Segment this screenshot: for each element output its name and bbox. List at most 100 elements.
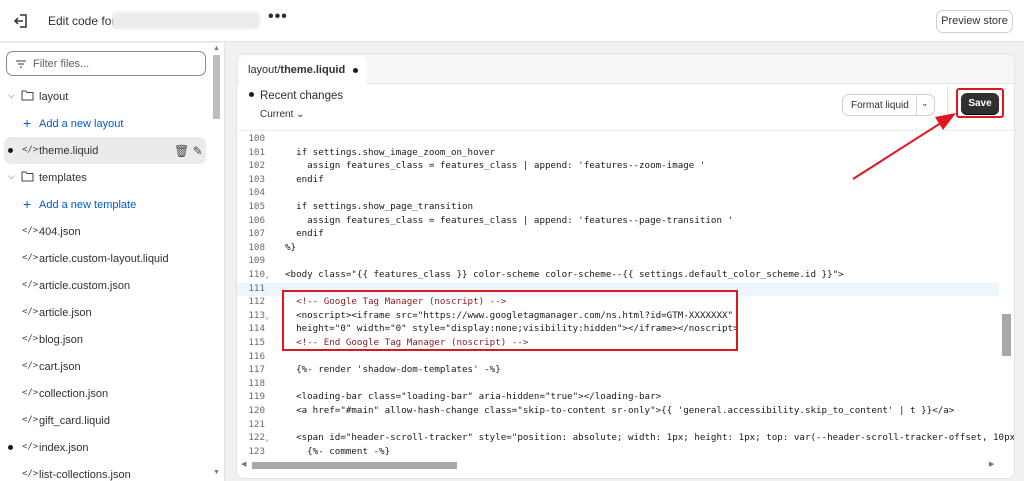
fold-chevron-icon[interactable]: ⌄ — [265, 313, 269, 321]
file-item[interactable]: </> article.json — [0, 299, 210, 326]
code-line[interactable]: 119 <loading-bar class="loading-bar" ari… — [237, 391, 999, 405]
chevron-down-icon: ⌄ — [296, 109, 305, 120]
version-label: Current — [260, 109, 294, 120]
folder-icon — [21, 90, 34, 101]
code-line[interactable]: 104 — [237, 187, 999, 201]
exit-icon[interactable] — [12, 11, 32, 31]
file-item[interactable]: </> article.custom.json — [0, 272, 210, 299]
line-number: 122 — [248, 432, 265, 444]
add-layout-link[interactable]: + Add a new layout — [0, 110, 210, 137]
divider — [916, 95, 917, 115]
code-line[interactable]: 107 endif — [237, 228, 999, 242]
code-line[interactable]: 117 {%- render 'shadow-dom-templates' -%… — [237, 364, 999, 378]
code-line[interactable]: 105 if settings.show_page_transition — [237, 201, 999, 215]
scrollbar-thumb[interactable] — [1002, 314, 1011, 356]
code-line[interactable]: 101 if settings.show_image_zoom_on_hover — [237, 147, 999, 161]
code-line[interactable]: 103 endif — [237, 174, 999, 188]
folder-templates[interactable]: ⌵ templates — [0, 164, 210, 191]
code-line[interactable]: 106 assign features_class = features_cla… — [237, 215, 999, 229]
code-file-icon: </> — [22, 442, 39, 452]
scroll-right-icon[interactable]: ▶ — [989, 460, 994, 468]
code-line[interactable]: 118 — [237, 378, 999, 392]
file-item[interactable]: </> blog.json — [0, 326, 210, 353]
sidebar-scrollbar[interactable]: ▲ ▼ — [212, 45, 221, 481]
pencil-icon[interactable]: ✎ — [193, 144, 203, 158]
file-label: collection.json — [39, 388, 109, 400]
trash-icon[interactable]: 🗑 — [174, 144, 189, 158]
chevron-down-icon: ⌵ — [8, 90, 15, 100]
file-theme-liquid[interactable]: </> theme.liquid 🗑 ✎ — [4, 137, 206, 164]
add-label: Add a new layout — [39, 118, 124, 130]
file-item[interactable]: </> collection.json — [0, 380, 210, 407]
code-text: {%- render 'shadow-dom-templates' -%} — [285, 364, 501, 376]
tab-theme-liquid[interactable]: layout/theme.liquid — [239, 56, 367, 84]
code-file-icon: </> — [22, 469, 39, 479]
file-item[interactable]: </> gift_card.liquid — [0, 407, 210, 434]
code-file-icon: </> — [22, 415, 39, 425]
code-line[interactable]: 108%} — [237, 242, 999, 256]
line-number: 111 — [248, 282, 265, 294]
modified-dot — [8, 445, 13, 450]
status-dot — [249, 92, 254, 97]
line-number: 109 — [248, 255, 265, 267]
vertical-scrollbar[interactable] — [1000, 130, 1014, 458]
scrollbar-thumb[interactable] — [213, 55, 220, 119]
code-line[interactable]: 120 <a href="#main" allow-hash-change cl… — [237, 405, 999, 419]
code-line[interactable]: 116 — [237, 351, 999, 365]
folder-label: layout — [39, 91, 69, 103]
code-file-icon: </> — [22, 334, 39, 344]
file-item[interactable]: </> article.custom-layout.liquid — [0, 245, 210, 272]
line-number: 105 — [248, 201, 265, 212]
code-line[interactable]: 110 ⌄ <body class="{{ features_class }} co… — [237, 269, 999, 283]
horizontal-scrollbar[interactable]: ◀ ▶ — [237, 458, 1014, 472]
file-label: theme.liquid — [39, 145, 99, 157]
format-liquid-button[interactable]: Format liquid ⌄ — [842, 94, 935, 116]
file-item[interactable]: </> cart.json — [0, 353, 210, 380]
code-line[interactable]: 121 — [237, 419, 999, 433]
scroll-up-icon[interactable]: ▲ — [212, 45, 221, 52]
file-item[interactable]: </> 404.json — [0, 218, 210, 245]
file-actions: 🗑 ✎ — [174, 144, 203, 158]
recent-changes-label: Recent changes — [260, 90, 344, 102]
scrollbar-thumb[interactable] — [252, 462, 457, 469]
chevron-down-icon[interactable]: ⌄ — [921, 98, 929, 109]
more-actions-button[interactable]: ••• — [268, 8, 288, 26]
code-file-icon: </> — [22, 307, 39, 317]
modified-dot — [8, 148, 13, 153]
line-number: 103 — [248, 173, 265, 185]
file-item[interactable]: </> list-collections.json — [0, 461, 210, 481]
code-file-icon: </> — [22, 388, 39, 398]
scroll-left-icon[interactable]: ◀ — [241, 460, 246, 468]
tab-folder: layout/ — [248, 64, 281, 76]
preview-store-button[interactable]: Preview store — [936, 10, 1013, 33]
line-number: 106 — [248, 214, 265, 226]
file-label: article.custom-layout.liquid — [39, 253, 169, 265]
line-number: 104 — [248, 187, 265, 199]
fold-chevron-icon[interactable]: ⌄ — [265, 272, 269, 280]
add-label: Add a new template — [39, 199, 137, 211]
plus-icon: + — [23, 196, 32, 212]
fold-chevron-icon[interactable]: ⌄ — [265, 435, 269, 443]
line-number: 123 — [248, 445, 265, 457]
code-line[interactable]: 100 — [237, 133, 999, 147]
code-line[interactable]: 109 — [237, 255, 999, 269]
add-template-link[interactable]: + Add a new template — [0, 191, 210, 218]
format-label: Format liquid — [851, 100, 909, 111]
line-number: 116 — [248, 350, 265, 362]
code-text: %} — [285, 241, 297, 253]
divider — [947, 86, 948, 130]
code-line[interactable]: 102 assign features_class = features_cla… — [237, 160, 999, 174]
line-number: 115 — [248, 337, 265, 348]
folder-layout[interactable]: ⌵ layout — [0, 83, 210, 110]
file-item[interactable]: </> index.json — [0, 434, 210, 461]
filter-files-input[interactable]: Filter files... — [6, 51, 206, 76]
line-number: 118 — [248, 377, 265, 389]
version-select[interactable]: Current ⌄ — [260, 109, 305, 120]
code-file-icon: </> — [22, 253, 39, 263]
file-label: index.json — [39, 442, 89, 454]
code-line[interactable]: 122 ⌄ <span id="header-scroll-tracker" st… — [237, 432, 1014, 446]
folder-label: templates — [39, 172, 87, 184]
scroll-down-icon[interactable]: ▼ — [212, 469, 221, 476]
file-label: gift_card.liquid — [39, 415, 110, 427]
line-number: 113 — [248, 309, 265, 321]
